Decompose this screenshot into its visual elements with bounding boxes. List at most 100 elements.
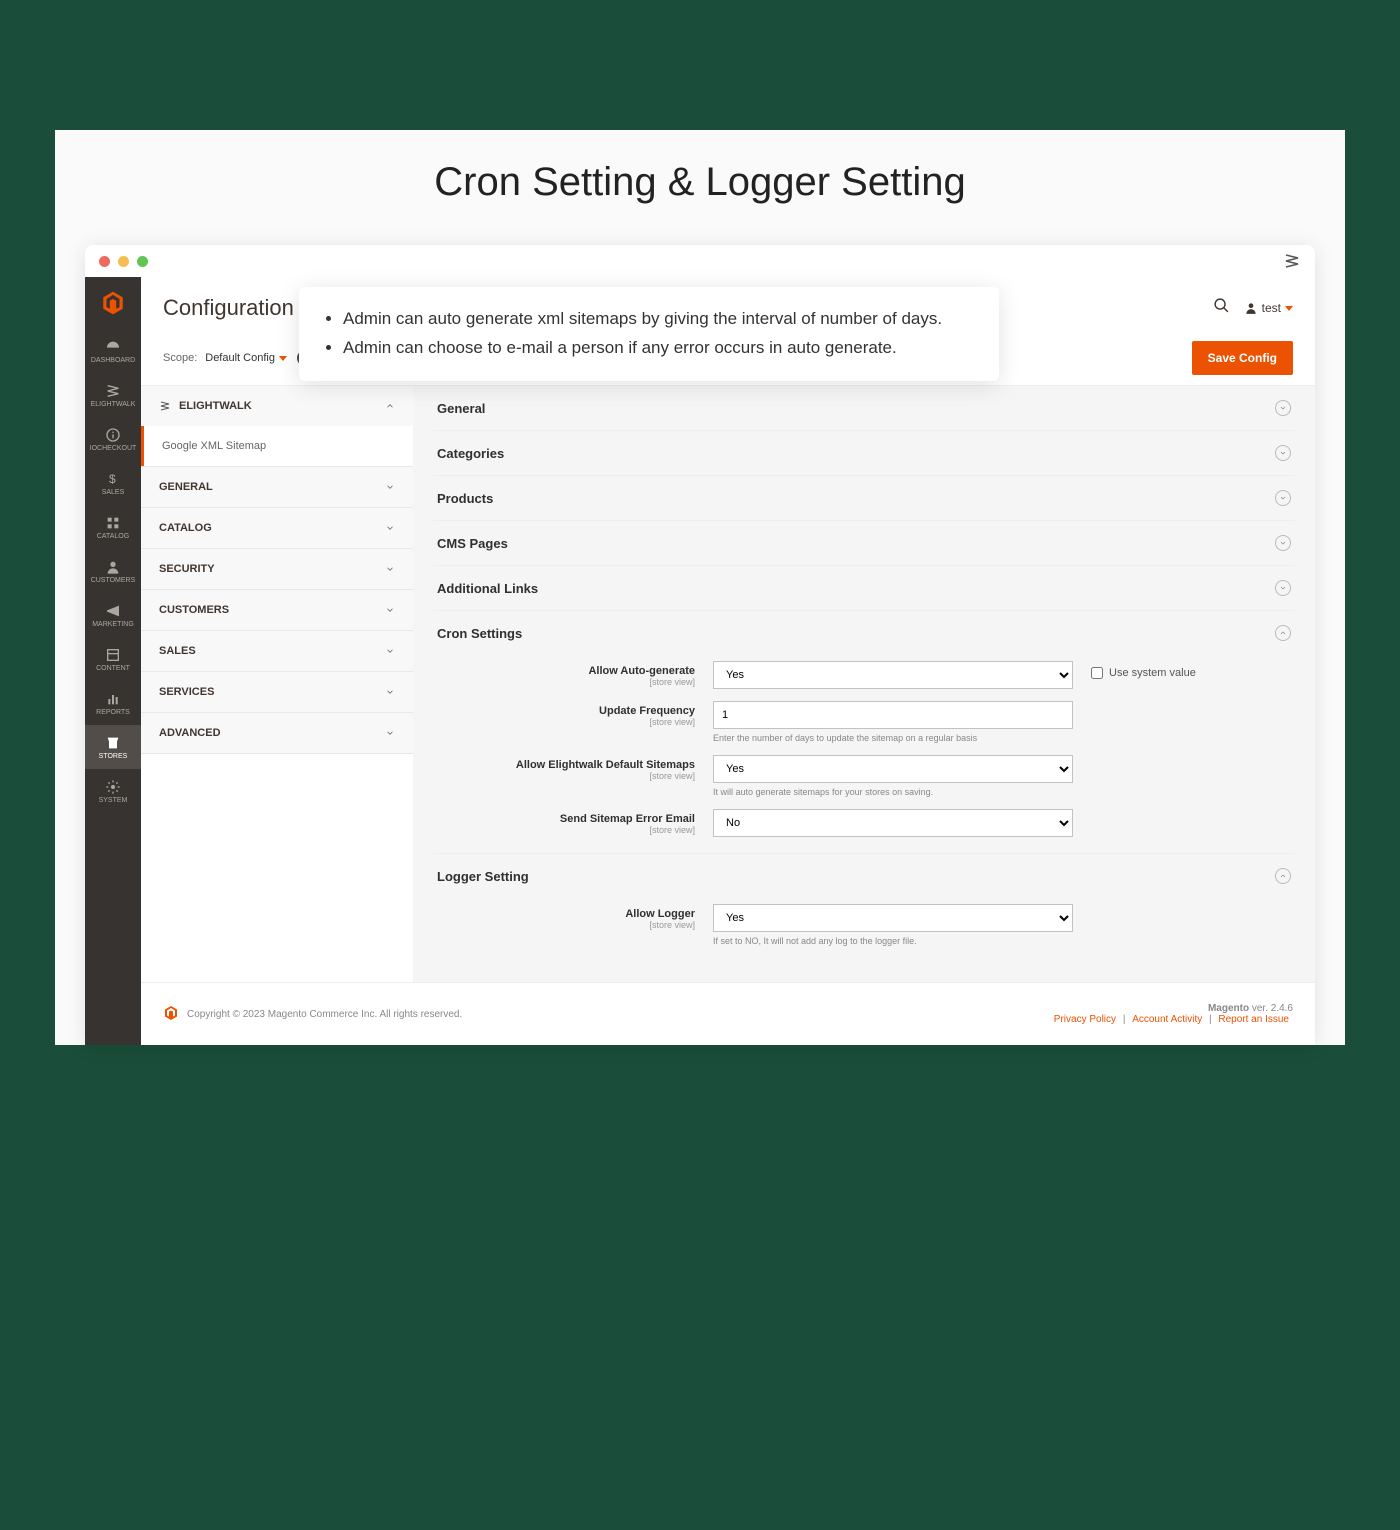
section-products[interactable]: Products [433, 476, 1295, 520]
update-frequency-input[interactable] [713, 701, 1073, 729]
sidebar-item-sales[interactable]: $ Sales [85, 461, 141, 505]
callout-line: Admin can auto generate xml sitemaps by … [343, 305, 973, 334]
admin-footer: Copyright © 2023 Magento Commerce Inc. A… [141, 982, 1315, 1045]
tab-label: CUSTOMERS [159, 604, 229, 616]
tab-customers[interactable]: CUSTOMERS [141, 590, 413, 630]
sidebar-item-customers[interactable]: Customers [85, 549, 141, 593]
browser-titlebar [85, 245, 1315, 277]
sidebar-label: Elightwalk [91, 401, 136, 408]
sidebar-label: Marketing [92, 621, 134, 628]
section-logger-setting[interactable]: Logger Setting [433, 854, 1295, 898]
sidebar-item-reports[interactable]: Reports [85, 681, 141, 725]
reports-icon [105, 691, 121, 707]
privacy-link[interactable]: Privacy Policy [1054, 1014, 1116, 1025]
sidebar-label: Customers [91, 577, 136, 584]
sidebar-item-iocheckout[interactable]: IOCheckout [85, 417, 141, 461]
sidebar-label: Sales [102, 489, 125, 496]
sidebar-label: Reports [96, 709, 130, 716]
feature-callout: Admin can auto generate xml sitemaps by … [299, 287, 999, 381]
user-label: test [1262, 301, 1281, 315]
field-default-sitemaps: Allow Elightwalk Default Sitemaps[store … [433, 749, 1295, 803]
svg-text:$: $ [109, 472, 116, 486]
user-menu[interactable]: test [1244, 301, 1293, 315]
tab-catalog[interactable]: CATALOG [141, 508, 413, 548]
section-categories[interactable]: Categories [433, 431, 1295, 475]
default-sitemaps-select[interactable]: Yes [713, 755, 1073, 783]
tab-label: SERVICES [159, 686, 214, 698]
allow-logger-select[interactable]: Yes [713, 904, 1073, 932]
sidebar-label: IOCheckout [90, 445, 137, 452]
field-hint: If set to NO, It will not add any log to… [713, 936, 1073, 946]
tab-sales[interactable]: SALES [141, 631, 413, 671]
magento-logo[interactable] [85, 277, 141, 329]
sidebar-item-system[interactable]: System [85, 769, 141, 813]
account-activity-link[interactable]: Account Activity [1132, 1014, 1202, 1025]
hero-title: Cron Setting & Logger Setting [55, 160, 1345, 205]
chevron-down-icon [385, 687, 395, 697]
version-label: Magento [1208, 1003, 1249, 1014]
chevron-down-icon [279, 356, 287, 361]
tab-services[interactable]: SERVICES [141, 672, 413, 712]
elightwalk-icon [159, 400, 171, 412]
field-label: Allow Auto-generate [433, 665, 695, 677]
scope-switcher[interactable]: Default Config [205, 352, 287, 364]
section-additional-links[interactable]: Additional Links [433, 566, 1295, 610]
section-title: Additional Links [437, 581, 538, 596]
iocheckout-icon [105, 427, 121, 443]
sidebar-item-content[interactable]: Content [85, 637, 141, 681]
app-shell: Dashboard Elightwalk IOCheckout $ Sales … [85, 277, 1315, 1045]
save-config-button[interactable]: Save Config [1192, 341, 1293, 375]
config-content: General Categories Products CMS Pages Ad… [413, 386, 1315, 982]
field-label: Allow Logger [433, 908, 695, 920]
field-scope: [store view] [433, 771, 695, 781]
tab-label: SECURITY [159, 563, 215, 575]
expand-icon [1275, 490, 1291, 506]
magento-logo-small [163, 1005, 187, 1024]
section-general[interactable]: General [433, 386, 1295, 430]
use-system-label: Use system value [1109, 667, 1196, 679]
report-issue-link[interactable]: Report an Issue [1218, 1014, 1289, 1025]
dashboard-icon [105, 339, 121, 355]
section-title: CMS Pages [437, 536, 508, 551]
error-email-select[interactable]: No [713, 809, 1073, 837]
sidebar-item-catalog[interactable]: Catalog [85, 505, 141, 549]
tab-google-xml-sitemap[interactable]: Google XML Sitemap [141, 426, 413, 466]
sales-icon: $ [105, 471, 121, 487]
brand-icon [1283, 252, 1301, 270]
expand-icon [1275, 535, 1291, 551]
tab-advanced[interactable]: ADVANCED [141, 713, 413, 753]
sidebar-label: Content [96, 665, 130, 672]
use-system-value-checkbox[interactable] [1091, 667, 1103, 679]
section-cron-settings[interactable]: Cron Settings [433, 611, 1295, 655]
tab-security[interactable]: SECURITY [141, 549, 413, 589]
field-scope: [store view] [433, 677, 695, 687]
collapse-icon [1275, 625, 1291, 641]
tab-elightwalk[interactable]: ELIGHTWALK [141, 386, 413, 426]
allow-auto-generate-select[interactable]: Yes [713, 661, 1073, 689]
maximize-window-button[interactable] [137, 256, 148, 267]
section-cms-pages[interactable]: CMS Pages [433, 521, 1295, 565]
tab-label: GENERAL [159, 481, 213, 493]
field-hint: It will auto generate sitemaps for your … [713, 787, 1073, 797]
sidebar-item-marketing[interactable]: Marketing [85, 593, 141, 637]
callout-line: Admin can choose to e-mail a person if a… [343, 334, 973, 363]
sidebar-item-elightwalk[interactable]: Elightwalk [85, 373, 141, 417]
system-icon [105, 779, 121, 795]
scope-value: Default Config [205, 352, 275, 364]
admin-sidebar: Dashboard Elightwalk IOCheckout $ Sales … [85, 277, 141, 1045]
catalog-icon [105, 515, 121, 531]
expand-icon [1275, 400, 1291, 416]
chevron-down-icon [385, 482, 395, 492]
sidebar-item-dashboard[interactable]: Dashboard [85, 329, 141, 373]
sidebar-item-stores[interactable]: Stores [85, 725, 141, 769]
search-icon[interactable] [1213, 297, 1230, 319]
content-icon [105, 647, 121, 663]
chevron-down-icon [1285, 306, 1293, 311]
close-window-button[interactable] [99, 256, 110, 267]
field-label: Update Frequency [433, 705, 695, 717]
field-scope: [store view] [433, 920, 695, 930]
tab-general[interactable]: GENERAL [141, 467, 413, 507]
sidebar-label: Dashboard [91, 357, 135, 364]
field-update-frequency: Update Frequency[store view] Enter the n… [433, 695, 1295, 749]
minimize-window-button[interactable] [118, 256, 129, 267]
